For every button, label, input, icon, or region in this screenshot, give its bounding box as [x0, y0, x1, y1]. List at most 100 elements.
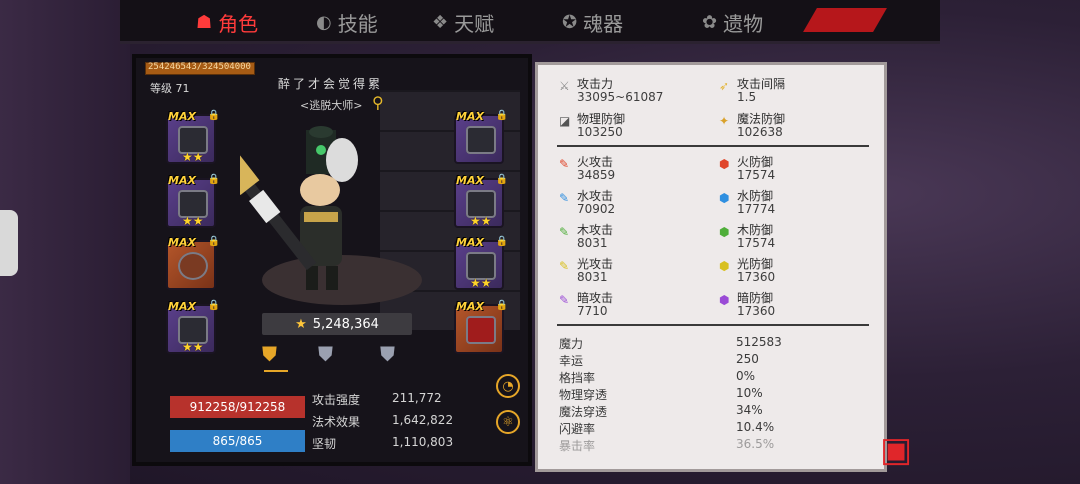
equip-slot-gloves[interactable]: MAX 🔒 ★★ — [166, 300, 220, 354]
outfit-tab-3[interactable]: ⛊ — [380, 342, 395, 366]
max-badge: MAX — [456, 110, 484, 123]
stat-value: 512583 — [736, 335, 782, 349]
light-attack-icon: ✎ — [559, 259, 570, 273]
max-badge: MAX — [168, 174, 196, 187]
light-defense-icon: ⬢ — [719, 259, 730, 273]
tab-relic[interactable]: ✿ 遗物 — [702, 6, 763, 38]
lock-icon: 🔒 — [207, 236, 220, 247]
equip-slot-weapon[interactable]: MAX 🔒 ★★ — [166, 174, 220, 228]
hero-sprite — [240, 126, 358, 290]
stat-label: 魔法穿透 — [559, 405, 608, 419]
divider — [557, 324, 869, 326]
stat-value: 17360 — [737, 270, 776, 284]
stat-light-defense: ⬢ 光防御 17360 — [719, 258, 775, 284]
stat-label: 物理穿透 — [559, 388, 608, 402]
lock-icon: 🔒 — [495, 110, 508, 121]
stat-value: 10% — [736, 386, 763, 400]
stat-value: 17360 — [737, 304, 776, 318]
stat-label: 格挡率 — [559, 371, 596, 385]
stat-label: 坚韧 — [312, 437, 337, 451]
talent-icon: ❖ — [432, 11, 449, 33]
max-badge: MAX — [456, 300, 484, 313]
xp-text: 254246543/324504000 — [148, 62, 251, 72]
dark-defense-icon: ⬢ — [719, 293, 730, 307]
stat-value: 102638 — [737, 125, 783, 139]
stat-label: 闪避率 — [559, 422, 596, 436]
mp-bar: 865/865 — [170, 430, 305, 452]
stat-label: 魔力 — [559, 337, 584, 351]
stat-value: 8031 — [577, 270, 608, 284]
character-icon: ☗ — [196, 11, 213, 33]
equip-slot-helmet[interactable]: MAX 🔒 ★★ — [166, 110, 220, 164]
tab-label: 遗物 — [723, 11, 764, 36]
amulet-icon — [178, 252, 208, 280]
side-drawer-handle[interactable] — [0, 210, 18, 276]
tab-label: 角色 — [218, 11, 259, 36]
star-rating: ★★ — [182, 214, 204, 228]
combat-power: ★ 5,248,364 — [262, 313, 412, 335]
stat-attack-interval: ➶ 攻击间隔 1.5 — [719, 78, 785, 104]
stat-value: 8031 — [577, 236, 608, 250]
equip-slot-cloak[interactable]: MAX 🔒 — [454, 110, 508, 164]
equip-slot-armor[interactable]: MAX 🔒 ★★ — [454, 174, 508, 228]
tab-soul[interactable]: ✪ 魂器 — [562, 6, 623, 38]
stat-value: 17774 — [737, 202, 776, 216]
attribute-detail-icon[interactable]: ◔ — [496, 374, 520, 398]
stat-label: 攻击强度 — [312, 393, 361, 407]
stat-light-attack: ✎ 光攻击 8031 — [559, 258, 613, 284]
star-rating: ★★ — [470, 276, 492, 290]
close-emblem-icon[interactable]: ▣ — [880, 430, 940, 474]
stat-value: 17574 — [737, 168, 776, 182]
tab-talent[interactable]: ❖ 天赋 — [432, 6, 494, 38]
wood-defense-icon: ⬢ — [719, 225, 730, 239]
stat-value: 1.5 — [737, 90, 757, 104]
stat-label: 法术效果 — [312, 415, 361, 429]
magic-shield-icon: ✦ — [719, 114, 730, 128]
max-badge: MAX — [168, 110, 196, 123]
level-label: 等级 71 — [150, 82, 190, 95]
outfit-tab-2[interactable]: ⛊ — [318, 342, 333, 366]
stat-value: 1,110,803 — [392, 435, 454, 449]
stat-water-attack: ✎ 水攻击 70902 — [559, 190, 615, 216]
lock-icon: 🔒 — [495, 174, 508, 185]
stat-label: 幸运 — [559, 354, 584, 368]
tab-character[interactable]: ☗ 角色 — [196, 6, 258, 38]
stat-fire-defense: ⬢ 火防御 17574 — [719, 156, 775, 182]
character-title: 醉了才会觉得累 — [278, 77, 384, 91]
sword-icon: ⚔ — [559, 79, 570, 93]
ring-icon — [466, 316, 496, 344]
water-defense-icon: ⬢ — [719, 191, 730, 205]
stat-value: 34859 — [577, 168, 616, 182]
speed-icon: ➶ — [719, 79, 730, 93]
tab-label: 魂器 — [583, 11, 624, 36]
tab-label: 技能 — [337, 11, 378, 36]
stat-value: 211,772 — [392, 391, 442, 405]
tab-bar-decoration — [803, 8, 887, 32]
stat-value: 1,642,822 — [392, 413, 454, 427]
fire-attack-icon: ✎ — [559, 157, 570, 171]
relic-icon: ✿ — [702, 11, 718, 33]
stat-physical-defense: ◪ 物理防御 103250 — [559, 113, 625, 139]
soul-icon: ✪ — [562, 11, 578, 33]
stat-water-defense: ⬢ 水防御 17774 — [719, 190, 775, 216]
stat-label: 暴击率 — [559, 439, 596, 453]
search-icon[interactable]: ⚲ — [372, 93, 384, 112]
lock-icon: 🔒 — [495, 300, 508, 311]
skill-icon: ◐ — [316, 11, 332, 33]
tab-skills[interactable]: ◐ 技能 — [316, 6, 378, 38]
star-icon: ★ — [295, 316, 307, 332]
armor-icon: ◪ — [559, 114, 571, 128]
equip-slot-boots[interactable]: MAX 🔒 ★★ — [454, 236, 508, 290]
character-subtitle[interactable]: <逃脱大师> — [300, 97, 362, 113]
equip-slot-amulet[interactable]: MAX 🔒 — [166, 236, 220, 290]
stat-magic-defense: ✦ 魔法防御 102638 — [719, 113, 785, 139]
stat-value: 10.4% — [736, 420, 775, 434]
outfit-tab-1[interactable]: ⛊ — [262, 342, 277, 366]
background-left — [0, 0, 130, 484]
lock-icon: 🔒 — [207, 110, 220, 121]
stat-value: 70902 — [577, 202, 616, 216]
atom-icon[interactable]: ⚛ — [496, 410, 520, 434]
star-rating: ★★ — [470, 214, 492, 228]
star-rating: ★★ — [182, 150, 204, 164]
equip-slot-ring[interactable]: MAX 🔒 — [454, 300, 508, 354]
